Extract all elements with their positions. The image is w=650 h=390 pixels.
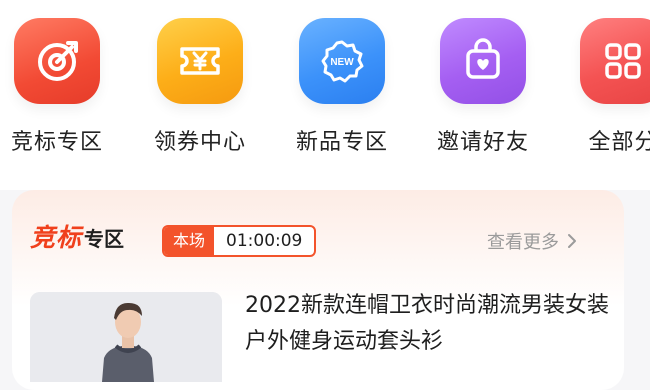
countdown-timer: 本场 01:00:09 [162,225,317,257]
section-title-dark: 专区 [84,227,125,251]
nav-label-all: 全部分 [588,130,650,155]
product-image[interactable] [30,292,222,382]
gift-bag-icon [466,38,500,79]
section-title: 竞标 专区 [30,218,124,254]
nav-label-new: 新品专区 [295,130,388,155]
all-tile [580,18,650,104]
nav-item-invite[interactable]: 邀请好友 [418,18,548,156]
section-title-red: 竞标 [30,223,83,252]
see-more-label: 查看更多 [487,232,559,253]
target-icon [38,41,78,81]
nav-item-coupons[interactable]: 领券中心 [135,18,265,156]
invite-tile [440,18,526,104]
product-title[interactable]: 2022新款连帽卫衣时尚潮流男装女装户外健身运动套头衫 [245,288,625,360]
see-more-link[interactable]: 查看更多 [487,228,577,254]
nav-label-invite: 邀请好友 [436,130,529,155]
new-badge-icon: NEW [321,40,364,83]
svg-text:NEW: NEW [330,57,354,68]
coupon-icon [180,47,220,75]
timer-value: 01:00:09 [226,231,303,251]
grid-icon [605,43,641,79]
coupon-tile [157,18,243,104]
new-tile: NEW [299,18,385,104]
nav-item-all[interactable]: 全部分 [558,18,650,156]
bidding-tile [14,18,100,104]
chevron-right-icon [568,234,576,248]
nav-label-coupons: 领券中心 [153,130,246,155]
model-figure [30,292,222,382]
timer-tag: 本场 [164,227,215,255]
nav-label-bidding: 竞标专区 [10,130,103,155]
category-nav: 竞标专区 领券中心 NEW 新品专区 邀请好友 全部分 [0,0,650,180]
nav-item-bidding[interactable]: 竞标专区 [0,18,122,156]
nav-item-new[interactable]: NEW 新品专区 [277,18,407,156]
